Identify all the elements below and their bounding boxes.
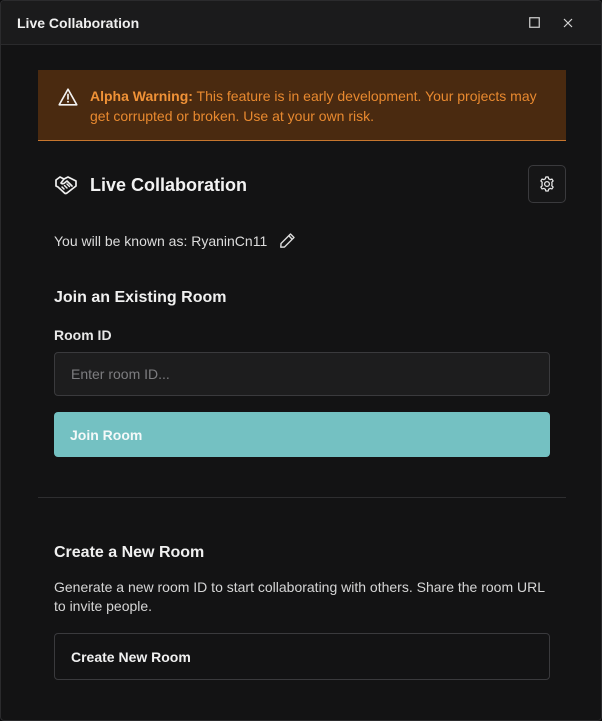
maximize-button[interactable] [517, 8, 551, 38]
join-room-section: Join an Existing Room Room ID Join Room [38, 287, 566, 457]
create-room-section: Create a New Room Generate a new room ID… [38, 542, 566, 680]
room-id-label: Room ID [54, 327, 112, 343]
create-description: Generate a new room ID to start collabor… [54, 579, 545, 614]
identity-row: You will be known as: RyaninCn11 [38, 225, 566, 287]
live-collaboration-window: Live Collaboration Alpha Warning: This f… [0, 0, 602, 721]
join-section-title: Join an Existing Room [54, 289, 227, 306]
alpha-warning-banner: Alpha Warning: This feature is in early … [38, 70, 566, 141]
close-button[interactable] [551, 8, 585, 38]
warning-triangle-icon [58, 88, 78, 106]
main-content: Alpha Warning: This feature is in early … [38, 70, 566, 680]
section-divider [38, 497, 566, 498]
panel-title: Live Collaboration [90, 175, 248, 195]
maximize-icon [528, 17, 540, 28]
identity-text: You will be known as: RyaninCn11 [54, 233, 268, 249]
room-id-input[interactable] [54, 352, 550, 396]
pencil-icon[interactable] [279, 232, 296, 249]
join-room-button[interactable]: Join Room [54, 412, 550, 457]
handshake-icon [55, 176, 77, 195]
close-icon [563, 18, 573, 27]
warning-label: Alpha Warning: [90, 88, 193, 104]
title-bar: Live Collaboration [1, 1, 601, 45]
gear-icon [540, 176, 554, 192]
settings-button[interactable] [528, 165, 566, 203]
window-title: Live Collaboration [17, 14, 140, 31]
create-section-title: Create a New Room [54, 544, 205, 561]
create-new-room-button[interactable]: Create New Room [54, 633, 550, 680]
panel-header: Live Collaboration [38, 141, 566, 225]
